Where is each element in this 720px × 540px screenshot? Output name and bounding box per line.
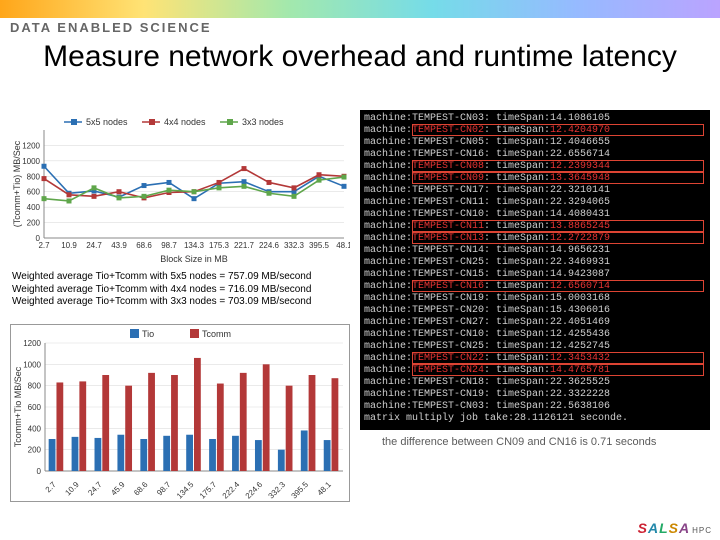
svg-text:5x5 nodes: 5x5 nodes	[86, 117, 128, 127]
page-title: Measure network overhead and runtime lat…	[0, 39, 720, 74]
svg-text:43.9: 43.9	[111, 241, 127, 250]
svg-text:224.6: 224.6	[244, 480, 265, 501]
svg-text:221.7: 221.7	[234, 241, 255, 250]
svg-text:24.7: 24.7	[86, 480, 104, 498]
console-line: machine:TEMPEST-CN20: timeSpan:15.430601…	[364, 305, 706, 317]
content-area: 5x5 nodes 4x4 nodes 3x3 nodes 0 200 400 600 800…	[10, 114, 714, 526]
console-line: machine:TEMPEST-CN11: timeSpan:13.886524…	[364, 221, 706, 233]
console-line: machine:TEMPEST-CN17: timeSpan:22.321014…	[364, 185, 706, 197]
console-line: machine:TEMPEST-CN25: timeSpan:12.425274…	[364, 341, 706, 353]
salsa-logo: SALSAHPC	[638, 520, 712, 536]
svg-text:Block Size in MB: Block Size in MB	[160, 254, 228, 264]
console-line: machine:TEMPEST-CN14: timeSpan:14.965623…	[364, 245, 706, 257]
caption-block: Weighted average Tio+Tcomm with 5x5 node…	[12, 271, 352, 309]
console-line: machine:TEMPEST-CN11: timeSpan:22.329406…	[364, 197, 706, 209]
svg-text:332.3: 332.3	[267, 480, 288, 501]
svg-text:2.7: 2.7	[44, 480, 59, 495]
svg-text:1200: 1200	[22, 141, 40, 150]
brand-text: DATA ENABLED SCIENCE	[0, 18, 720, 35]
console-line: machine:TEMPEST-CN10: timeSpan:14.408043…	[364, 209, 706, 221]
console-line: machine:TEMPEST-CN02: timeSpan:12.420497…	[364, 125, 706, 137]
svg-text:68.6: 68.6	[136, 241, 152, 250]
svg-text:600: 600	[27, 188, 41, 197]
diff-note: the difference between CN09 and CN16 is …	[382, 436, 656, 448]
console-line: machine:TEMPEST-CN18: timeSpan:22.362552…	[364, 377, 706, 389]
svg-text:134.3: 134.3	[184, 241, 205, 250]
svg-text:Tio: Tio	[142, 329, 154, 339]
bar-chart: Tio Tcomm 0 200 400 600 800 1000 1200 2.7 10.9 24.7…	[10, 324, 350, 502]
console-line: machine:TEMPEST-CN10: timeSpan:12.425543…	[364, 329, 706, 341]
console-line: machine:TEMPEST-CN24: timeSpan:14.476578…	[364, 365, 706, 377]
console-line: machine:TEMPEST-CN15: timeSpan:14.942308…	[364, 269, 706, 281]
svg-text:222.4: 222.4	[221, 480, 242, 501]
svg-text:400: 400	[28, 424, 42, 433]
svg-text:24.7: 24.7	[86, 241, 102, 250]
svg-text:10.9: 10.9	[63, 480, 81, 498]
console-line: machine:TEMPEST-CN19: timeSpan:15.000316…	[364, 293, 706, 305]
svg-text:200: 200	[27, 219, 41, 228]
console-line: machine:TEMPEST-CN09: timeSpan:13.364594…	[364, 173, 706, 185]
caption-line: Weighted average Tio+Tcomm with 3x3 node…	[12, 296, 352, 309]
console-line: machine:TEMPEST-CN08: timeSpan:12.239934…	[364, 161, 706, 173]
console-line: machine:TEMPEST-CN03: timeSpan:14.108610…	[364, 113, 706, 125]
svg-text:800: 800	[28, 382, 42, 391]
console-line: machine:TEMPEST-CN25: timeSpan:22.346993…	[364, 257, 706, 269]
svg-text:48.1: 48.1	[316, 480, 334, 498]
console-line: machine:TEMPEST-CN05: timeSpan:12.404665…	[364, 137, 706, 149]
svg-text:3x3 nodes: 3x3 nodes	[242, 117, 284, 127]
svg-text:98.7: 98.7	[161, 241, 177, 250]
svg-text:332.3: 332.3	[284, 241, 305, 250]
svg-text:175.3: 175.3	[209, 241, 230, 250]
svg-text:10.9: 10.9	[61, 241, 77, 250]
console-line: machine:TEMPEST-CN16: timeSpan:12.656071…	[364, 281, 706, 293]
svg-text:Tcomm: Tcomm	[202, 329, 231, 339]
svg-text:600: 600	[28, 403, 42, 412]
svg-text:98.7: 98.7	[155, 480, 173, 498]
console-line: machine:TEMPEST-CN19: timeSpan:22.332222…	[364, 389, 706, 401]
caption-line: Weighted average Tio+Tcomm with 5x5 node…	[12, 271, 352, 284]
svg-text:68.6: 68.6	[132, 480, 150, 498]
console-line: machine:TEMPEST-CN16: timeSpan:22.655671…	[364, 149, 706, 161]
svg-text:1000: 1000	[23, 360, 41, 369]
svg-text:45.9: 45.9	[109, 480, 127, 498]
rainbow-bar	[0, 0, 720, 18]
console-footer: matrix multiply job take:28.1126121 seco…	[364, 413, 706, 425]
console-line: machine:TEMPEST-CN27: timeSpan:22.405146…	[364, 317, 706, 329]
svg-text:Tcomm+Tio MB/Sec: Tcomm+Tio MB/Sec	[13, 366, 23, 447]
console-line: machine:TEMPEST-CN22: timeSpan:12.345343…	[364, 353, 706, 365]
svg-text:800: 800	[27, 172, 41, 181]
svg-text:(Tcomm+Tio) MB/Sec: (Tcomm+Tio) MB/Sec	[12, 140, 22, 227]
svg-text:48.1: 48.1	[336, 241, 350, 250]
svg-text:0: 0	[37, 467, 42, 476]
console-output: machine:TEMPEST-CN03: timeSpan:14.108610…	[360, 110, 710, 430]
svg-text:224.6: 224.6	[259, 241, 280, 250]
svg-text:395.5: 395.5	[309, 241, 330, 250]
svg-text:395.5: 395.5	[290, 480, 311, 501]
svg-text:1200: 1200	[23, 339, 41, 348]
console-line: machine:TEMPEST-CN03: timeSpan:22.563810…	[364, 401, 706, 413]
svg-text:2.7: 2.7	[38, 241, 50, 250]
caption-line: Weighted average Tio+Tcomm with 4x4 node…	[12, 284, 352, 297]
line-chart: 5x5 nodes4x4 nodes3x3 nodes0200400600800…	[10, 114, 350, 264]
svg-text:200: 200	[28, 446, 42, 455]
svg-text:4x4 nodes: 4x4 nodes	[164, 117, 206, 127]
svg-text:400: 400	[27, 203, 41, 212]
console-line: machine:TEMPEST-CN13: timeSpan:12.272287…	[364, 233, 706, 245]
svg-text:1000: 1000	[22, 157, 40, 166]
svg-text:175.7: 175.7	[198, 480, 219, 501]
svg-text:134.5: 134.5	[175, 480, 196, 501]
